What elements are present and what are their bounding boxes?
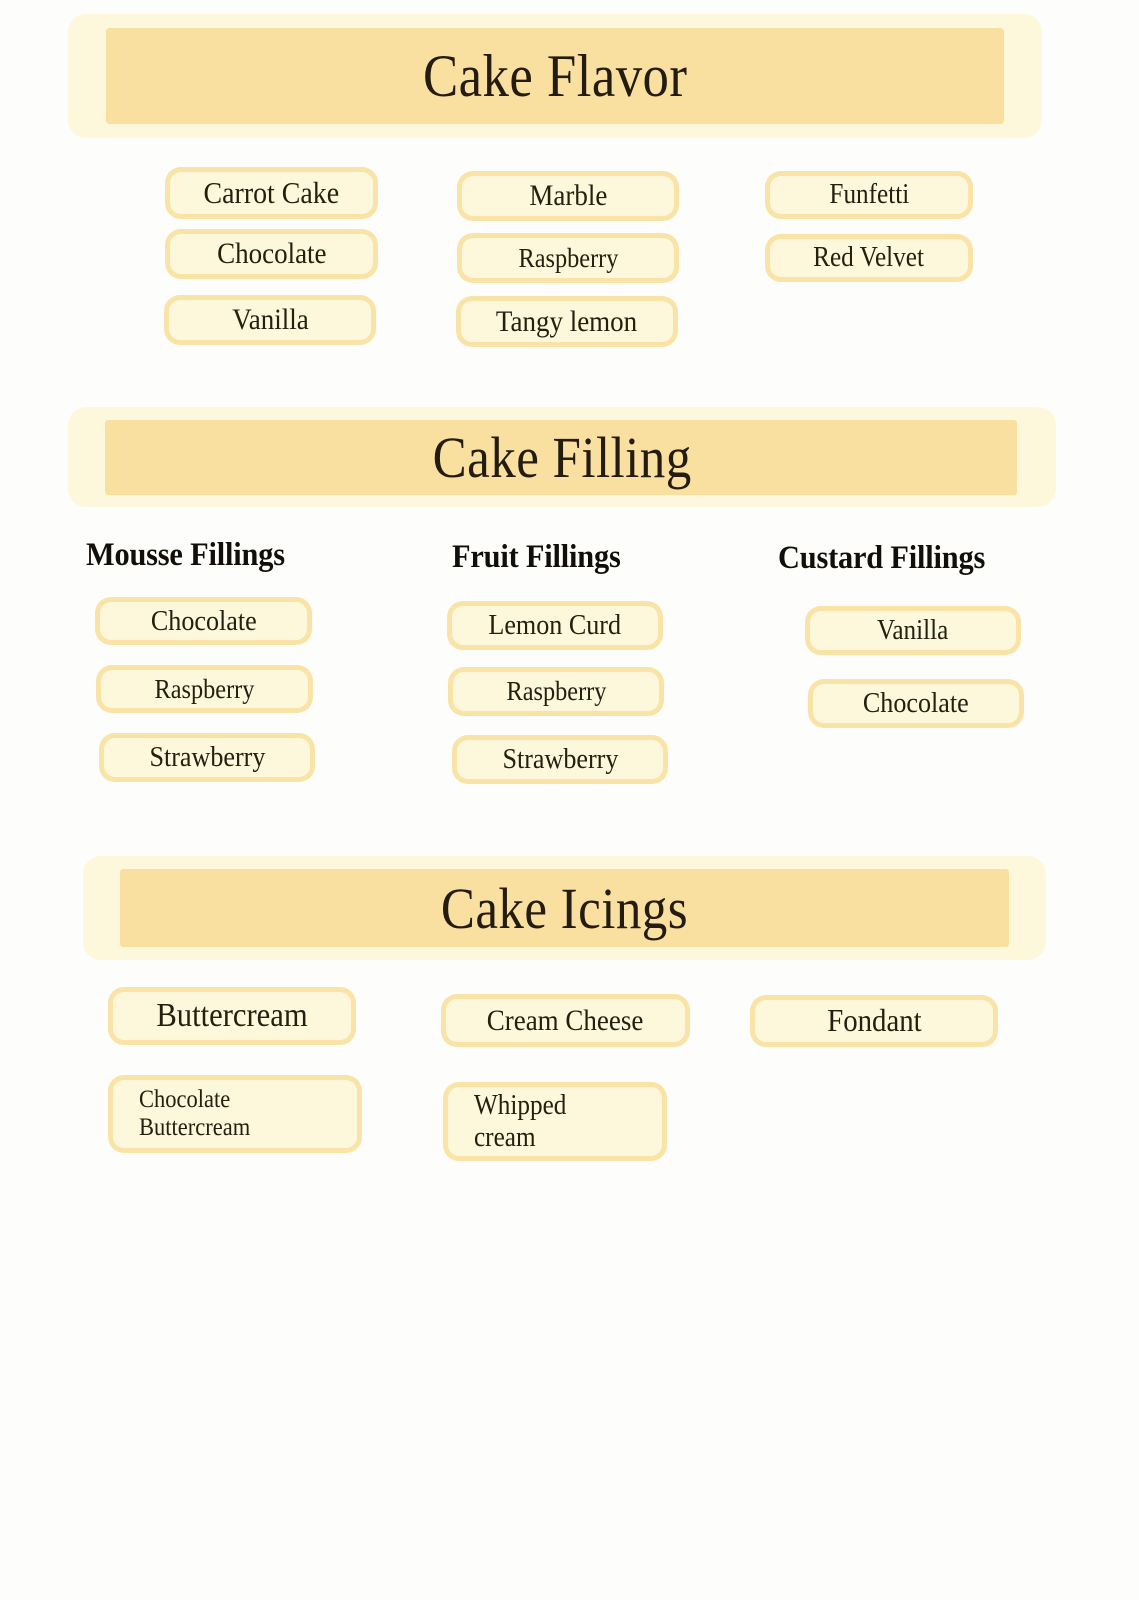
chip-label: Chocolate — [863, 687, 969, 720]
filling-chip[interactable]: Strawberry — [452, 735, 668, 784]
chip-inner: Vanilla — [169, 300, 371, 340]
chip-inner: Marble — [462, 176, 674, 216]
chip-label: Red Velvet — [813, 242, 925, 274]
chip-label: Vanilla — [231, 303, 309, 337]
chip-inner: Fondant — [755, 1000, 993, 1042]
chip-label: Buttercream — [156, 996, 308, 1034]
chip-label: Marble — [529, 179, 607, 213]
section-title: Cake Flavor — [422, 42, 688, 109]
icing-chip[interactable]: Whipped cream — [443, 1082, 667, 1161]
filling-chip[interactable]: Lemon Curd — [447, 601, 663, 650]
chip-label: Carrot Cake — [203, 174, 340, 210]
flavor-chip[interactable]: Chocolate — [165, 229, 378, 279]
chip-label: Chocolate — [150, 604, 257, 637]
section-title: Cake Icings — [440, 875, 689, 941]
chip-label: Chocolate — [216, 237, 327, 271]
filling-chip[interactable]: Raspberry — [96, 665, 313, 713]
section-title: Cake Filling — [432, 424, 692, 490]
column-heading-mousse: Mousse Fillings — [86, 537, 285, 573]
chip-label: Cream Cheese — [487, 1003, 644, 1037]
chip-inner: Vanilla — [810, 611, 1016, 650]
chip-label: Lemon Curd — [488, 609, 622, 642]
flavor-chip[interactable]: Marble — [457, 171, 679, 221]
icing-chip[interactable]: Cream Cheese — [441, 994, 690, 1047]
chip-inner: Chocolate — [813, 684, 1019, 723]
chip-inner: Raspberry — [101, 670, 308, 708]
chip-label: Vanilla — [877, 614, 949, 646]
column-heading-custard: Custard Fillings — [778, 540, 986, 576]
chip-inner: Funfetti — [770, 176, 968, 214]
column-heading-fruit: Fruit Fillings — [452, 539, 621, 575]
chip-inner: Buttercream — [113, 992, 351, 1040]
cake-options-page: Cake Flavor Carrot Cake Chocolate Vanill… — [0, 0, 1139, 1600]
chip-inner: Chocolate — [170, 234, 373, 274]
flavor-chip[interactable]: Carrot Cake — [165, 167, 378, 219]
chip-inner: Strawberry — [457, 740, 663, 779]
chip-inner: Raspberry — [453, 672, 659, 711]
chip-inner: Cream Cheese — [446, 999, 685, 1042]
chip-inner: Tangy lemon — [461, 301, 673, 342]
chip-label: Strawberry — [502, 743, 618, 776]
flavor-chip[interactable]: Raspberry — [457, 233, 679, 283]
flavor-chip[interactable]: Vanilla — [164, 295, 376, 345]
filling-chip[interactable]: Raspberry — [448, 667, 664, 716]
chip-inner: Raspberry — [462, 238, 674, 278]
section-header-cake-icings: Cake Icings — [83, 856, 1046, 960]
chip-label: Raspberry — [154, 673, 255, 704]
chip-label: Fondant — [826, 1002, 922, 1039]
flavor-chip[interactable]: Funfetti — [765, 171, 973, 219]
icing-chip[interactable]: Fondant — [750, 995, 998, 1047]
chip-label: Raspberry — [506, 676, 606, 707]
chip-label: Funfetti — [829, 179, 909, 211]
filling-chip[interactable]: Chocolate — [808, 679, 1024, 728]
chip-label: Strawberry — [149, 741, 265, 774]
filling-chip[interactable]: Vanilla — [805, 606, 1021, 655]
section-header-cake-filling: Cake Filling — [68, 407, 1056, 507]
icing-chip[interactable]: Chocolate Buttercream — [108, 1075, 362, 1153]
chip-label: Tangy lemon — [496, 304, 638, 338]
chip-label: Chocolate Buttercream — [139, 1086, 251, 1141]
chip-inner: Whipped cream — [448, 1087, 662, 1156]
flavor-chip[interactable]: Red Velvet — [765, 234, 973, 282]
chip-inner: Lemon Curd — [452, 606, 658, 645]
chip-inner: Chocolate — [100, 602, 307, 640]
chip-inner: Strawberry — [104, 738, 310, 777]
chip-inner: Red Velvet — [770, 239, 968, 277]
filling-chip[interactable]: Chocolate — [95, 597, 312, 645]
chip-inner: Carrot Cake — [170, 172, 373, 214]
chip-label: Whipped cream — [474, 1090, 567, 1153]
filling-chip[interactable]: Strawberry — [99, 733, 315, 782]
chip-label: Raspberry — [518, 242, 618, 273]
flavor-chip[interactable]: Tangy lemon — [456, 296, 678, 347]
section-header-cake-flavor: Cake Flavor — [68, 14, 1042, 138]
icing-chip[interactable]: Buttercream — [108, 987, 356, 1045]
chip-inner: Chocolate Buttercream — [113, 1080, 357, 1148]
